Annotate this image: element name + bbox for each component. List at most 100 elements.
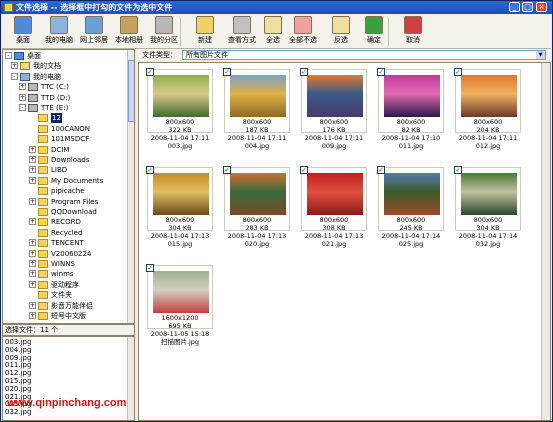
chevron-down-icon[interactable]: ▼ xyxy=(536,51,545,59)
folder-icon xyxy=(38,239,48,248)
desktop-icon xyxy=(14,16,32,34)
expand-icon[interactable]: + xyxy=(11,62,18,70)
expand-icon[interactable]: + xyxy=(29,270,36,278)
tree-scrollbar-thumb[interactable] xyxy=(128,60,134,122)
file-type-bar: 文件类型： 所有图片文件 ▼ xyxy=(138,49,551,61)
folder-icon xyxy=(38,197,48,206)
photo-thumbnail[interactable] xyxy=(461,75,517,117)
expand-icon[interactable]: + xyxy=(29,197,36,205)
tree-item-label: 12 xyxy=(51,113,62,124)
toolbar-button-album[interactable]: 本地相册 xyxy=(110,16,148,48)
grid-scrollbar[interactable] xyxy=(541,63,550,420)
collapse-icon[interactable]: - xyxy=(11,72,18,80)
thumbnail-item[interactable]: ✓ 800x600 308 KB 2008-11-04 17:13 021.jpg xyxy=(300,166,367,259)
thumbnail-item[interactable]: ✓ 800x600 187 KB 2008-11-04 17:11 004.jpg xyxy=(223,68,290,161)
file-type-select[interactable]: 所有图片文件 ▼ xyxy=(182,50,546,60)
tree-item-label: TTE (E:) xyxy=(41,104,69,112)
list-item[interactable]: 009.jpg xyxy=(5,354,31,362)
expand-icon[interactable]: + xyxy=(29,166,36,174)
toolbar-button-computer[interactable]: 我的电脑 xyxy=(40,16,78,48)
expand-icon[interactable]: + xyxy=(29,218,36,226)
thumbnail-dims: 800x600 xyxy=(473,216,503,224)
select-checkbox[interactable]: ✓ xyxy=(146,166,154,174)
photo-thumbnail[interactable] xyxy=(384,75,440,117)
thumbnail-item[interactable]: ✓ 800x600 283 KB 2008-11-04 17:13 020.jpg xyxy=(223,166,290,259)
collapse-icon[interactable]: - xyxy=(5,52,12,59)
select-checkbox[interactable]: ✓ xyxy=(454,166,462,174)
toolbar-button-desktop[interactable]: 桌面 xyxy=(4,16,42,48)
toolbar-separator xyxy=(388,18,389,46)
tree-scrollbar[interactable] xyxy=(127,50,134,323)
expand-icon[interactable]: + xyxy=(29,239,36,247)
toolbar-button-deselect-all[interactable]: 全部不选 xyxy=(284,16,322,48)
expand-icon[interactable]: + xyxy=(29,176,36,184)
expand-icon[interactable]: + xyxy=(29,280,36,288)
expand-icon[interactable]: + xyxy=(29,249,36,257)
thumbnail-item[interactable]: ✓ 800x600 204 KB 2008-11-04 17:11 012.jpg xyxy=(454,68,521,161)
photo-thumbnail[interactable] xyxy=(307,173,363,215)
photo-thumbnail[interactable] xyxy=(153,271,209,313)
collapse-icon[interactable]: - xyxy=(19,104,26,111)
thumbnail-item[interactable]: ✓ 800x600 82 KB 2008-11-04 17:10 011.jpg xyxy=(377,68,444,161)
photo-thumbnail[interactable] xyxy=(153,173,209,215)
new-icon xyxy=(196,16,214,34)
toolbar-button-new[interactable]: 新建 xyxy=(186,16,224,48)
expand-icon[interactable]: + xyxy=(29,301,36,309)
select-checkbox[interactable]: ✓ xyxy=(300,166,308,174)
select-checkbox[interactable]: ✓ xyxy=(223,166,231,174)
list-item[interactable]: 032.jpg xyxy=(5,408,31,416)
photo-thumbnail[interactable] xyxy=(153,75,209,117)
thumbnail-item[interactable]: ✓ 800x600 304 KB 2008-11-04 17:14 032.jpg xyxy=(454,166,521,259)
close-button[interactable]: × xyxy=(536,2,547,12)
file-list-scrollbar[interactable] xyxy=(127,337,134,420)
drive-icon xyxy=(28,83,38,92)
folder-icon xyxy=(38,312,48,320)
expand-icon[interactable]: + xyxy=(29,312,36,319)
select-checkbox[interactable]: ✓ xyxy=(454,68,462,76)
list-item[interactable]: 011.jpg xyxy=(5,361,31,369)
folder-icon xyxy=(38,280,48,289)
thumbnail-item[interactable]: ✓ 1600x1200 695 KB 2008-11-05 15:18 扫描图片.jpg xyxy=(146,264,213,357)
toolbar-label: 我的电脑 xyxy=(45,36,73,44)
select-checkbox[interactable]: ✓ xyxy=(223,68,231,76)
invert-icon xyxy=(332,16,350,34)
list-item[interactable]: 020.jpg xyxy=(5,385,31,393)
thumbnail-item[interactable]: ✓ 800x600 245 KB 2008-11-04 17:14 025.jpg xyxy=(377,166,444,259)
select-checkbox[interactable]: ✓ xyxy=(146,68,154,76)
expand-icon[interactable]: + xyxy=(19,83,26,91)
expand-icon[interactable]: + xyxy=(19,93,26,101)
thumbnail-name: 003.jpg xyxy=(167,142,193,150)
list-item[interactable]: 015.jpg xyxy=(5,377,31,385)
photo-thumbnail[interactable] xyxy=(230,173,286,215)
thumbnail-size: 322 KB xyxy=(168,126,192,134)
thumbnail-dims: 800x600 xyxy=(165,118,195,126)
photo-thumbnail[interactable] xyxy=(307,75,363,117)
select-checkbox[interactable]: ✓ xyxy=(377,68,385,76)
thumbnail-name: 011.jpg xyxy=(398,142,424,150)
photo-thumbnail[interactable] xyxy=(230,75,286,117)
list-item[interactable]: 003.jpg xyxy=(5,338,31,346)
thumbnail-item[interactable]: ✓ 800x600 176 KB 2008-11-04 17:11 009.jpg xyxy=(300,68,367,161)
thumbnail-dims: 800x600 xyxy=(319,216,349,224)
thumbnail-item[interactable]: ✓ 800x600 304 KB 2008-11-04 17:13 015.jpg xyxy=(146,166,213,259)
list-item[interactable]: 012.jpg xyxy=(5,369,31,377)
toolbar-button-cancel[interactable]: 取消 xyxy=(394,16,432,48)
select-checkbox[interactable]: ✓ xyxy=(377,166,385,174)
toolbar-button-partition[interactable]: 我的分区 xyxy=(145,16,183,48)
photo-thumbnail[interactable] xyxy=(384,173,440,215)
minimize-button[interactable]: _ xyxy=(509,2,520,12)
photo-thumbnail[interactable] xyxy=(461,173,517,215)
maximize-button[interactable]: □ xyxy=(522,2,533,12)
tree-item-label: 文件夹 xyxy=(51,291,72,300)
select-checkbox[interactable]: ✓ xyxy=(300,68,308,76)
thumbnail-item[interactable]: ✓ 800x600 322 KB 2008-11-04 17:11 003.jpg xyxy=(146,68,213,161)
expand-icon[interactable]: + xyxy=(29,260,36,267)
tree-item-label: 我的电脑 xyxy=(33,72,61,81)
list-item[interactable]: 004.jpg xyxy=(5,346,31,354)
select-checkbox[interactable]: ✓ xyxy=(146,264,154,272)
expand-icon[interactable]: + xyxy=(29,145,36,153)
folder-tree[interactable]: - 桌面 + 我的文档 - 我的电脑 + TTC (C:) + TTD (D:) - TTE (E:)… xyxy=(2,49,135,324)
expand-icon[interactable]: + xyxy=(29,156,36,163)
thumbnail-dims: 800x600 xyxy=(319,118,349,126)
toolbar-button-network[interactable]: 网上邻居 xyxy=(75,16,113,48)
